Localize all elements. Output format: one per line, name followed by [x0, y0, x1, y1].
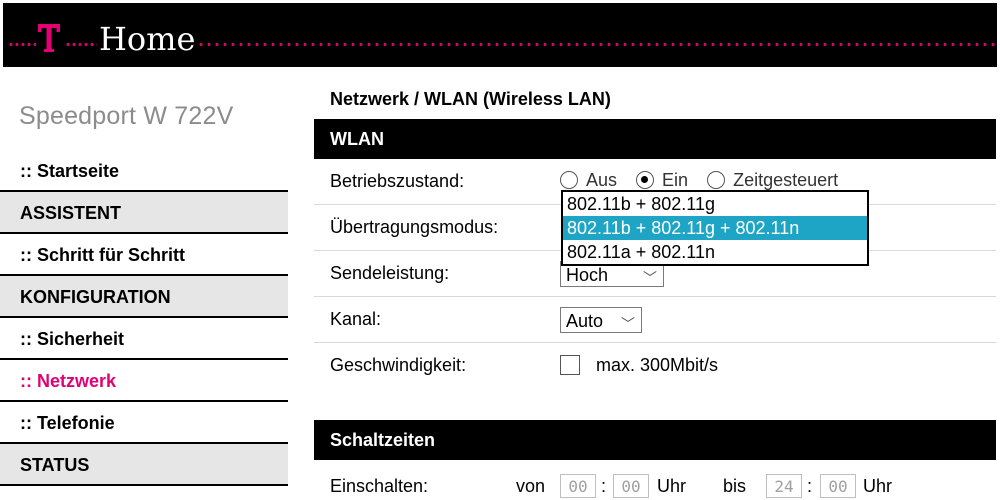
bis-label: bis	[723, 476, 747, 496]
radio-aus-label[interactable]: Aus	[586, 170, 617, 191]
sidebar-section-konfiguration: KONFIGURATION	[0, 276, 288, 318]
uhr-label: Uhr	[657, 476, 687, 496]
option-802-11b-g-n[interactable]: 802.11b + 802.11g + 802.11n	[563, 216, 867, 240]
sidebar-section-assistent: ASSISTENT	[0, 192, 288, 234]
uebertragungsmodus-dropdown-list[interactable]: 802.11b + 802.11g 802.11b + 802.11g + 80…	[561, 190, 869, 266]
dot-line-left	[8, 43, 36, 46]
einschalten-row: Einschalten: von 00 : 00 Uhr bis 24 : 00…	[314, 470, 996, 500]
radio-ein-label[interactable]: Ein	[662, 170, 688, 191]
geschwindigkeit-row: Geschwindigkeit: max. 300Mbit/s	[314, 343, 996, 389]
kanal-value: Auto	[566, 311, 604, 331]
top-banner: Home	[3, 3, 997, 67]
option-802-11b-g[interactable]: 802.11b + 802.11g	[563, 192, 867, 216]
kanal-label: Kanal:	[330, 309, 382, 329]
uhr-label: Uhr	[863, 476, 893, 496]
telekom-t-logo-icon	[38, 24, 60, 52]
device-name: Speedport W 722V	[19, 102, 234, 130]
max-300mbit-label[interactable]: max. 300Mbit/s	[596, 355, 718, 376]
schaltzeiten-section-header: Schaltzeiten	[314, 420, 996, 460]
max-300mbit-checkbox[interactable]	[560, 355, 580, 375]
wlan-section-header: WLAN	[314, 119, 996, 159]
einschalten-label: Einschalten:	[330, 476, 429, 496]
sidebar-item-schritt-fuer-schritt[interactable]: :: Schritt für Schritt	[0, 234, 288, 276]
bis-minute-input[interactable]: 00	[820, 474, 856, 498]
von-hour-input[interactable]: 00	[560, 474, 596, 498]
kanal-select[interactable]: Auto ﹀	[560, 307, 642, 333]
dot-line-mid	[65, 43, 97, 46]
radio-zeitgesteuert-label[interactable]: Zeitgesteuert	[733, 170, 838, 191]
betriebszustand-label: Betriebszustand:	[330, 171, 465, 191]
header-title: Home	[99, 20, 196, 58]
radio-aus[interactable]	[560, 171, 578, 190]
chevron-down-icon: ﹀	[643, 270, 657, 286]
sidebar-nav: :: Startseite ASSISTENT :: Schritt für S…	[0, 150, 288, 486]
kanal-row: Kanal: Auto ﹀	[314, 297, 996, 343]
time-separator: :	[807, 476, 813, 496]
geschwindigkeit-label: Geschwindigkeit:	[330, 355, 467, 375]
radio-zeitgesteuert[interactable]	[707, 171, 726, 190]
bis-hour-input[interactable]: 24	[766, 474, 802, 498]
option-802-11a-n[interactable]: 802.11a + 802.11n	[563, 240, 867, 264]
sidebar-item-sicherheit[interactable]: :: Sicherheit	[0, 318, 288, 360]
time-separator: :	[601, 476, 607, 496]
dot-line-right	[197, 43, 997, 46]
uebertragungsmodus-label: Übertragungsmodus:	[330, 217, 499, 237]
sidebar-item-startseite[interactable]: :: Startseite	[0, 150, 288, 192]
von-minute-input[interactable]: 00	[613, 474, 649, 498]
sidebar-item-telefonie[interactable]: :: Telefonie	[0, 402, 288, 444]
chevron-down-icon: ﹀	[621, 316, 635, 332]
sendeleistung-value: Hoch	[566, 265, 609, 285]
page-breadcrumb: Netzwerk / WLAN (Wireless LAN)	[330, 89, 611, 109]
radio-ein[interactable]	[636, 171, 655, 190]
von-label: von	[516, 476, 546, 496]
sidebar-item-netzwerk[interactable]: :: Netzwerk	[0, 360, 288, 402]
sidebar-section-status: STATUS	[0, 444, 288, 486]
sendeleistung-label: Sendeleistung:	[330, 263, 450, 283]
